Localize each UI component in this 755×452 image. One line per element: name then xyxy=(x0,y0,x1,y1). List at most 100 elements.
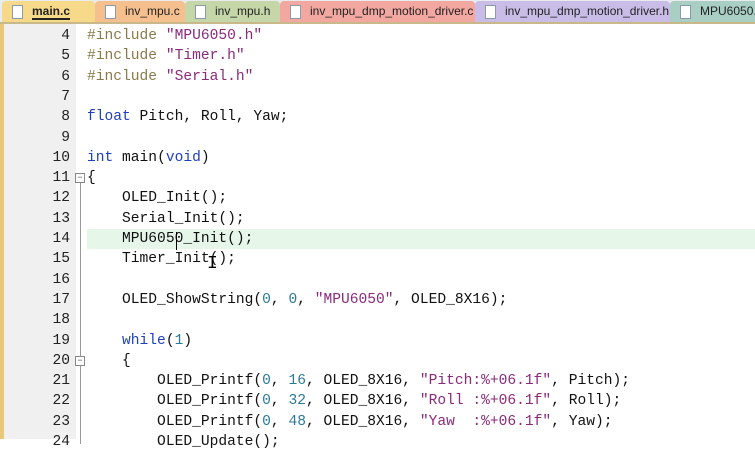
code-token: OLED_Init(); xyxy=(87,190,228,207)
line-number: 22 xyxy=(52,393,70,410)
code-text: OLED_Update(); xyxy=(87,432,755,452)
code-token: , Roll); xyxy=(551,393,622,410)
code-token: 32 xyxy=(288,393,306,410)
tab-bar: main.c inv_mpu.c inv_mpu.h inv_mpu_dmp_moti… xyxy=(0,0,755,24)
code-token: , Pitch); xyxy=(551,373,631,390)
code-token: "Pitch:%+06.1f" xyxy=(419,373,552,390)
line-number: 18 xyxy=(52,312,70,329)
code-token: ( xyxy=(165,332,175,349)
tab-label: inv_mpu_dmp_motion_driver.h xyxy=(505,4,670,18)
code-token: MPU6050_Init(); xyxy=(87,231,254,247)
line-number: 10 xyxy=(52,149,70,166)
code-line[interactable]: 17 OLED_ShowString(0, 0, "MPU6050", OLED… xyxy=(0,290,755,310)
file-icon xyxy=(105,5,116,19)
code-token: OLED_Update(); xyxy=(87,434,280,450)
fold-collapse-icon[interactable]: − xyxy=(75,355,85,366)
code-token: , xyxy=(270,393,289,410)
code-line[interactable]: 22 OLED_Printf(0, 32, OLED_8X16, "Roll :… xyxy=(0,391,755,411)
tab-main-c[interactable]: main.c xyxy=(2,1,95,22)
tab-label: main.c xyxy=(32,4,71,20)
code-token: 0 xyxy=(262,373,271,390)
code-line[interactable]: 8 float Pitch, Roll, Yaw; xyxy=(0,107,755,127)
line-number: 14 xyxy=(52,231,70,247)
file-icon xyxy=(290,5,301,19)
code-token: , OLED_8X16); xyxy=(393,291,508,308)
line-number: 6 xyxy=(61,68,70,85)
code-token: { xyxy=(87,170,96,187)
code-text: int main(void) xyxy=(87,148,755,168)
code-token: void xyxy=(165,149,201,166)
code-token: float xyxy=(87,109,131,126)
code-line[interactable]: 7 xyxy=(0,87,755,107)
code-token: , xyxy=(297,291,315,308)
code-token: "Roll :%+06.1f" xyxy=(419,393,552,410)
code-token: int xyxy=(87,149,114,166)
tab-label: inv_mpu.c xyxy=(125,4,180,18)
code-token: "Yaw :%+06.1f" xyxy=(419,413,552,430)
code-line[interactable]: 4 #include "MPU6050.h" xyxy=(0,26,755,46)
line-number: 16 xyxy=(52,271,70,288)
code-line[interactable]: 10 int main(void) xyxy=(0,148,755,168)
line-number: 19 xyxy=(52,332,70,349)
line-number: 7 xyxy=(61,88,70,105)
line-number: 23 xyxy=(52,413,70,430)
code-text: OLED_Init(); xyxy=(87,188,755,208)
line-number: 15 xyxy=(52,251,70,268)
file-icon xyxy=(485,5,496,19)
code-line[interactable]: 20− { xyxy=(0,351,755,371)
tab-label: inv_mpu.h xyxy=(215,4,271,18)
code-line[interactable]: 24 OLED_Update(); xyxy=(0,432,755,452)
tab-inv-mpu-dmp-motion-driver-h[interactable]: inv_mpu_dmp_motion_driver.h xyxy=(475,1,670,22)
code-line[interactable]: 23 OLED_Printf(0, 48, OLED_8X16, "Yaw :%… xyxy=(0,412,755,432)
tab-label: inv_mpu_dmp_motion_driver.c xyxy=(310,4,474,18)
code-line[interactable]: 12 OLED_Init(); xyxy=(0,188,755,208)
code-line[interactable]: 9 xyxy=(0,128,755,148)
tab-label: MPU6050.c xyxy=(700,4,755,18)
file-icon xyxy=(195,5,206,19)
line-number: 9 xyxy=(61,129,70,146)
tab-inv-mpu-h[interactable]: inv_mpu.h xyxy=(185,1,280,22)
line-number: 17 xyxy=(52,291,70,308)
code-token: 0 xyxy=(262,393,271,410)
code-line[interactable]: 21 OLED_Printf(0, 16, OLED_8X16, "Pitch:… xyxy=(0,371,755,391)
code-token: while xyxy=(122,332,166,349)
code-token: "Serial.h" xyxy=(165,68,254,85)
tab-mpu6050-c[interactable]: MPU6050.c xyxy=(670,1,755,22)
code-token: 0 xyxy=(288,291,298,308)
code-token: #include xyxy=(87,48,166,65)
code-token: 16 xyxy=(288,373,306,390)
line-number: 24 xyxy=(52,434,70,450)
code-token: 0 xyxy=(262,413,271,430)
code-token: { xyxy=(87,352,131,369)
tab-inv-mpu-dmp-motion-driver-c[interactable]: inv_mpu_dmp_motion_driver.c xyxy=(280,1,475,22)
code-line[interactable]: 19 while(1) xyxy=(0,331,755,351)
code-editor[interactable]: 4 #include "MPU6050.h" 5 #include "Timer.h"… xyxy=(0,24,755,450)
code-text: OLED_Printf(0, 48, OLED_8X16, "Yaw :%+06… xyxy=(87,412,755,432)
code-token: #include xyxy=(87,28,166,44)
code-token: OLED_Printf( xyxy=(87,413,263,430)
tab-inv-mpu-c[interactable]: inv_mpu.c xyxy=(95,1,185,22)
code-token: 0 xyxy=(262,291,271,308)
code-line[interactable]: 11−{ xyxy=(0,168,755,188)
fold-collapse-icon[interactable]: − xyxy=(75,173,85,184)
code-token: 48 xyxy=(288,413,306,430)
line-number: 21 xyxy=(52,373,70,390)
code-token: main( xyxy=(113,149,166,166)
code-token: Pitch, Roll, Yaw; xyxy=(130,109,289,126)
code-line[interactable]: 6 #include "Serial.h" xyxy=(0,67,755,87)
code-line[interactable]: 13 Serial_Init(); xyxy=(0,209,755,229)
code-line[interactable]: 5 #include "Timer.h" xyxy=(0,46,755,66)
code-text: float Pitch, Roll, Yaw; xyxy=(87,107,755,127)
code-text: OLED_Printf(0, 16, OLED_8X16, "Pitch:%+0… xyxy=(87,371,755,391)
code-text: #include "Serial.h" xyxy=(87,67,755,87)
code-token: ) xyxy=(200,149,210,166)
code-line[interactable]: 18 xyxy=(0,310,755,330)
code-line[interactable]: 15 Timer_Init(); xyxy=(0,249,755,269)
line-number: 4 xyxy=(61,28,70,44)
code-line[interactable]: 16 xyxy=(0,270,755,290)
code-text: MPU6050_Init(); xyxy=(87,229,755,249)
code-line[interactable]: 14 MPU6050_Init(); xyxy=(0,229,755,249)
line-number: 5 xyxy=(61,48,70,65)
code-text: Serial_Init(); xyxy=(87,209,755,229)
